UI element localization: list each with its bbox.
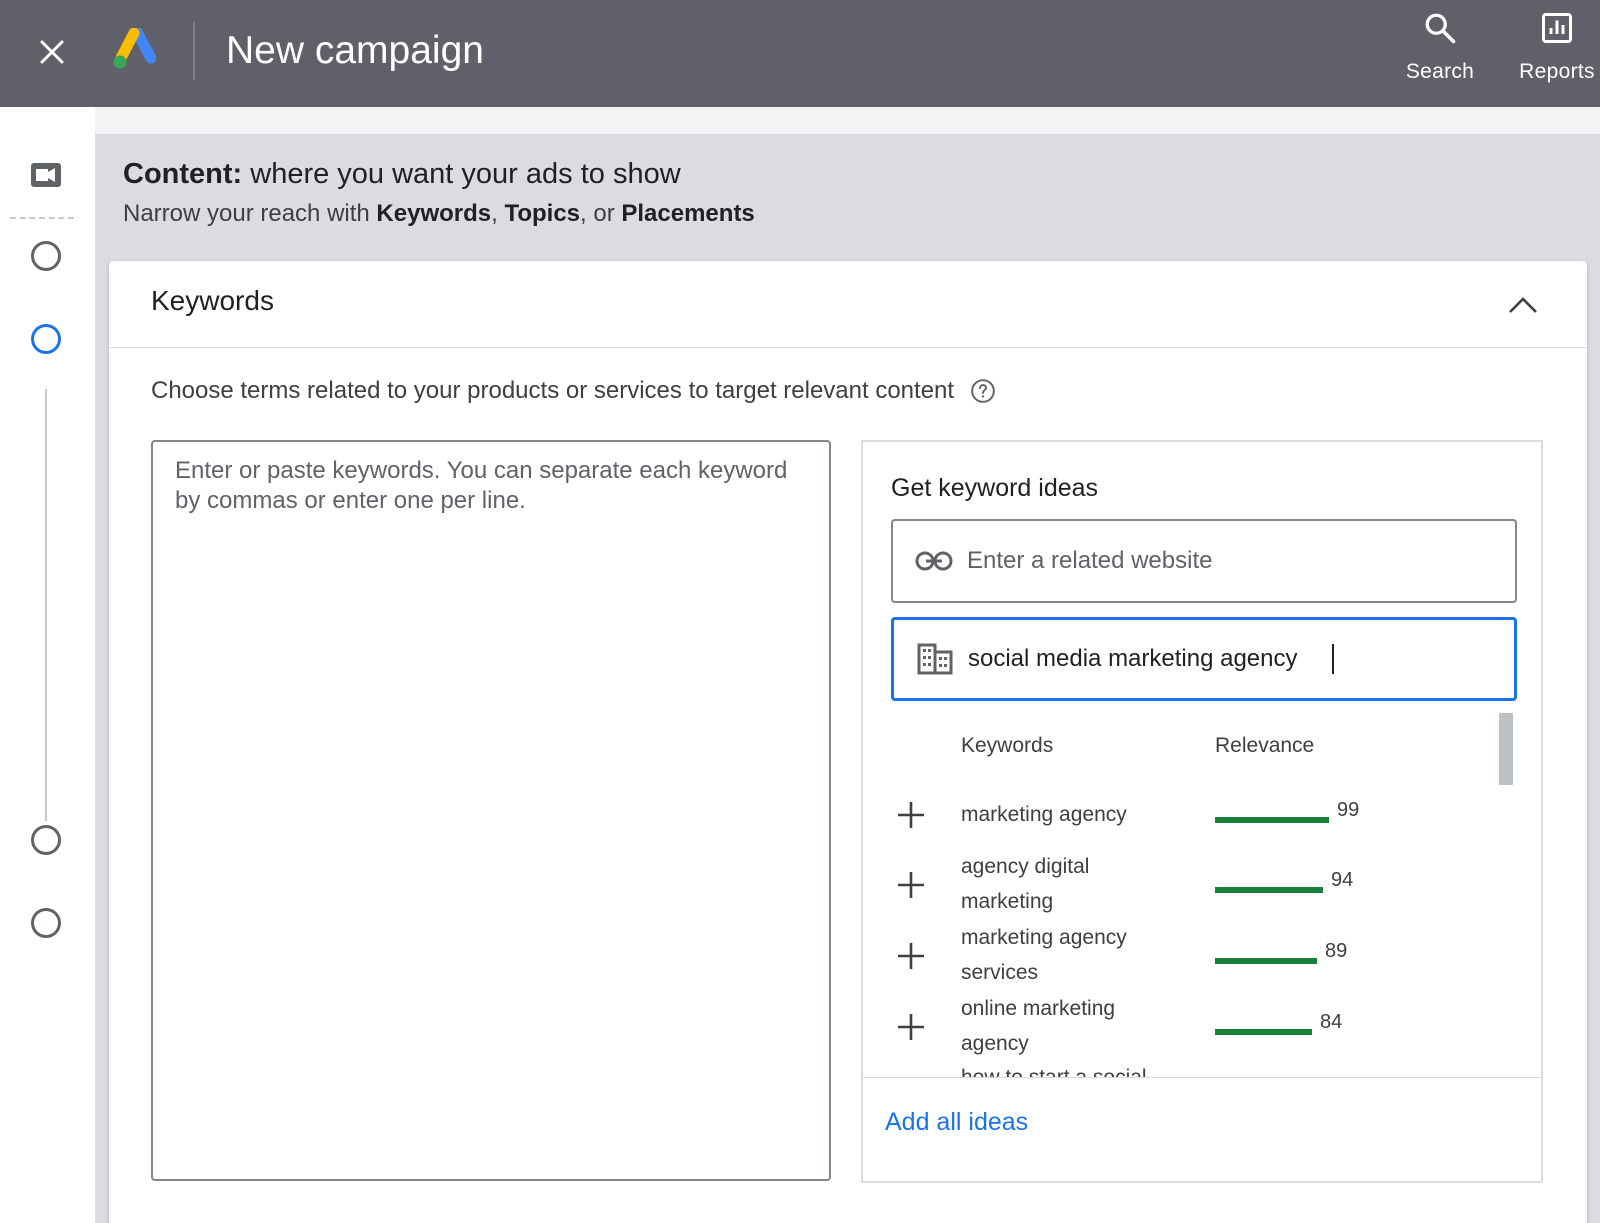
step-1[interactable] [31,241,61,271]
keywords-card-header[interactable]: Keywords [109,261,1587,348]
rail-progress-line [45,389,47,821]
subtitle-placements: Placements [621,200,755,227]
chevron-up-icon [1509,297,1537,313]
relevance-value: 94 [1331,869,1354,891]
subtitle-or: , or [580,200,622,227]
top-app-bar: New campaign Search Reports [0,0,1600,107]
keyword-ideas-list: marketing agency 99 agency digital marke… [863,777,1503,1077]
section-title-bold: Content: [123,158,243,190]
collapse-button[interactable] [1499,281,1547,329]
link-icon [915,542,953,580]
keyword-idea-text: online marketing agency [961,997,1116,1055]
help-icon[interactable] [970,378,996,404]
search-icon [1420,8,1460,48]
keyword-idea-text: how to start a social [961,1060,1171,1077]
close-icon [40,40,64,64]
content-top-strip [95,107,1600,134]
add-all-ideas-link[interactable]: Add all ideas [885,1108,1028,1137]
relevance-bar [1215,958,1317,964]
keywords-card-title: Keywords [151,285,274,316]
keywords-description-text: Choose terms related to your products or… [151,377,955,404]
search-label: Search [1405,60,1475,83]
subtitle-comma: , [491,200,505,227]
add-keyword-button[interactable] [893,867,929,903]
step-4[interactable] [31,908,61,938]
section-title-rest: where you want your ads to show [242,158,681,190]
plus-icon [898,943,924,969]
add-keyword-button[interactable] [893,1009,929,1045]
relevance-bar [1215,817,1329,823]
subtitle-keywords: Keywords [376,200,492,227]
business-field[interactable] [891,617,1517,701]
keywords-textarea[interactable] [151,440,831,1181]
relevance-value: 84 [1320,1011,1343,1033]
keywords-description: Choose terms related to your products or… [151,377,996,405]
relevance-value: 99 [1337,799,1360,821]
relevance-bar [1215,887,1323,893]
search-button[interactable]: Search [1395,6,1485,96]
subtitle-topics: Topics [504,200,581,227]
reports-button[interactable]: Reports [1507,6,1600,96]
add-keyword-button[interactable] [893,938,929,974]
related-website-input[interactable] [967,521,1507,601]
plus-icon [898,802,924,828]
plus-icon [898,1014,924,1040]
keywords-card: Keywords Choose terms related to your pr… [109,261,1587,1223]
close-button[interactable] [32,32,72,72]
text-caret [1332,644,1334,674]
topbar-divider [193,22,195,80]
add-keyword-button[interactable] [893,797,929,833]
relevance-value: 89 [1325,940,1348,962]
keyword-idea-text: marketing agency [961,803,1127,826]
column-header-relevance: Relevance [1215,734,1315,757]
column-header-keywords: Keywords [961,734,1054,757]
ideas-scrollbar[interactable] [1499,713,1513,785]
keyword-ideas-footer: Add all ideas [863,1077,1541,1183]
step-3[interactable] [31,825,61,855]
relevance-bar [1215,1029,1312,1035]
reports-icon [1537,8,1577,48]
business-icon [916,640,954,678]
keyword-idea-text: agency digital marketing [961,855,1090,913]
related-website-field[interactable] [891,519,1517,603]
plus-icon [898,872,924,898]
keyword-ideas-panel: Get keyword ideas Keywords Relevance mar… [861,440,1543,1183]
rail-divider [10,217,74,219]
video-campaign-icon[interactable] [30,162,62,188]
page-title: New campaign [226,29,484,72]
keyword-idea-text: marketing agency services [961,926,1127,984]
section-subtitle: Narrow your reach with Keywords, Topics,… [123,198,755,230]
subtitle-prefix: Narrow your reach with [123,200,377,227]
stepper-rail [0,107,95,1223]
reports-label: Reports [1519,60,1595,83]
keyword-ideas-title: Get keyword ideas [891,474,1099,502]
section-title: Content: where you want your ads to show [123,156,681,192]
business-input[interactable] [968,620,1508,698]
google-ads-logo [110,26,157,74]
step-2-active[interactable] [31,324,61,354]
